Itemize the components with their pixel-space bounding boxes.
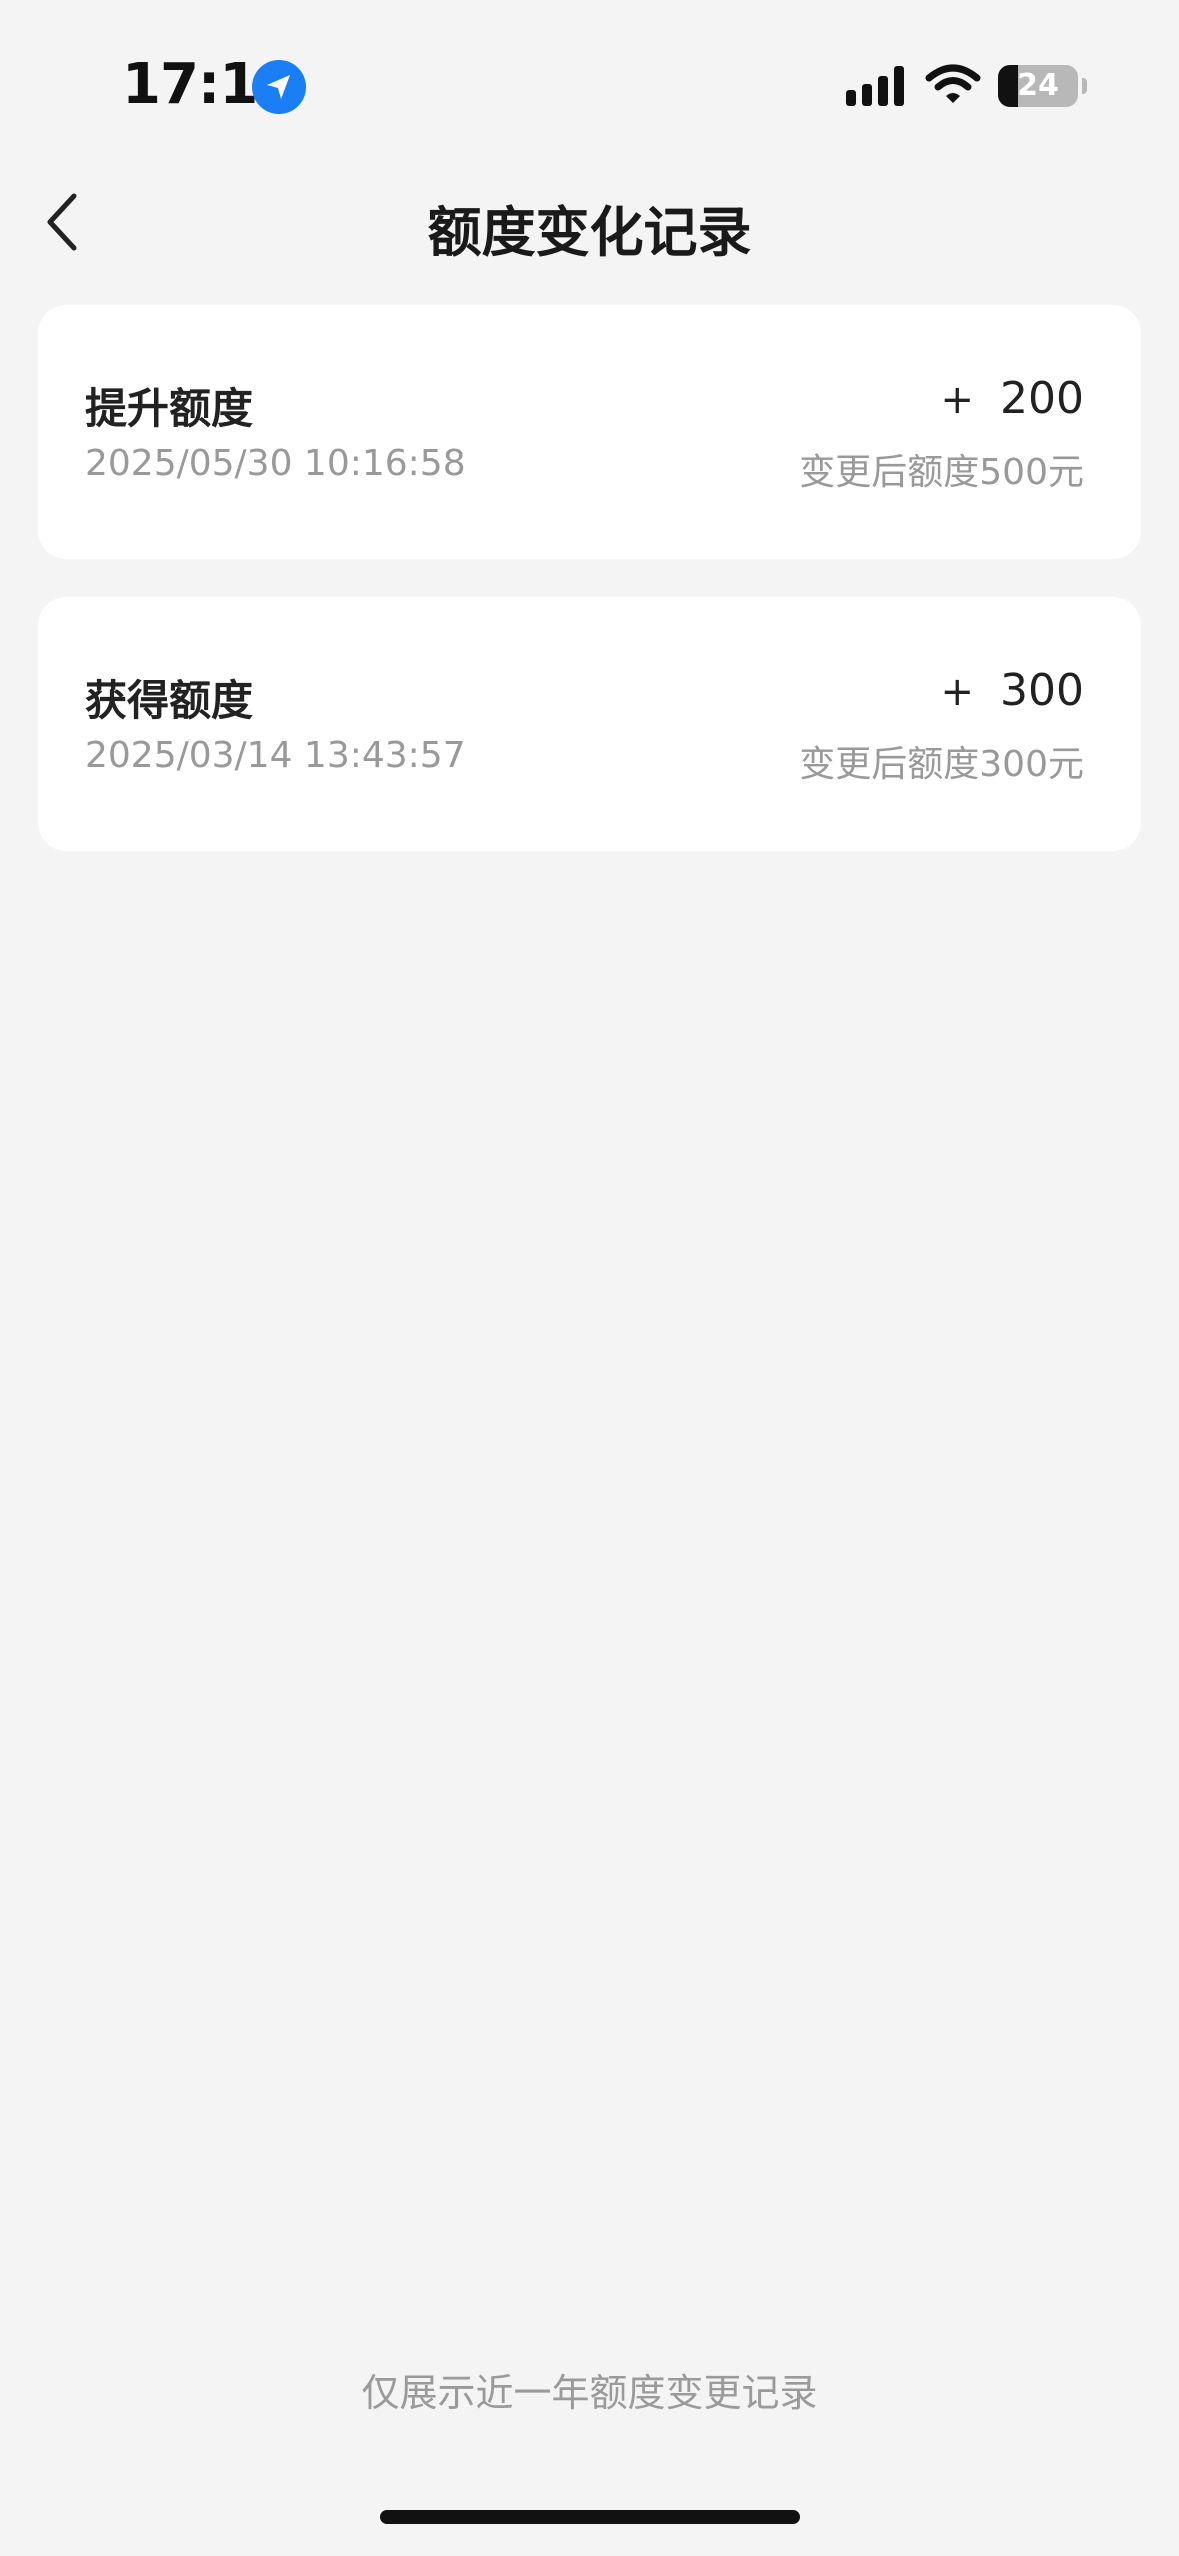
quota-record-card[interactable]: 获得额度 2025/03/14 13:43:57 +300 变更后额度300元 [38,597,1141,851]
record-time: 2025/05/30 10:16:58 [85,443,466,484]
record-type: 提升额度 [85,384,254,433]
record-sign: + [940,669,975,715]
cellular-signal-icon [846,66,906,106]
record-balance: 变更后额度300元 [799,744,1084,785]
battery-icon: 24 [998,65,1087,107]
footer-note: 仅展示近一年额度变更记录 [361,2371,818,2415]
nav-bar: 额度变化记录 [0,160,1179,290]
wifi-icon [925,64,981,110]
quota-record-card[interactable]: 提升额度 2025/05/30 10:16:58 +200 变更后额度500元 [38,305,1141,559]
record-type: 获得额度 [85,676,254,725]
record-sign: + [940,377,975,423]
home-indicator[interactable] [380,2510,800,2524]
location-arrow-icon [252,60,306,114]
status-bar: 17:16 24 [0,0,1179,170]
record-amount: +300 [941,665,1085,716]
page-title: 额度变化记录 [427,201,752,264]
record-amount: +200 [941,373,1085,424]
record-amount-value: 300 [1000,665,1084,716]
battery-level: 24 [1017,68,1059,103]
record-time: 2025/03/14 13:43:57 [85,735,466,776]
record-balance: 变更后额度500元 [799,452,1084,493]
record-amount-value: 200 [1000,373,1084,424]
